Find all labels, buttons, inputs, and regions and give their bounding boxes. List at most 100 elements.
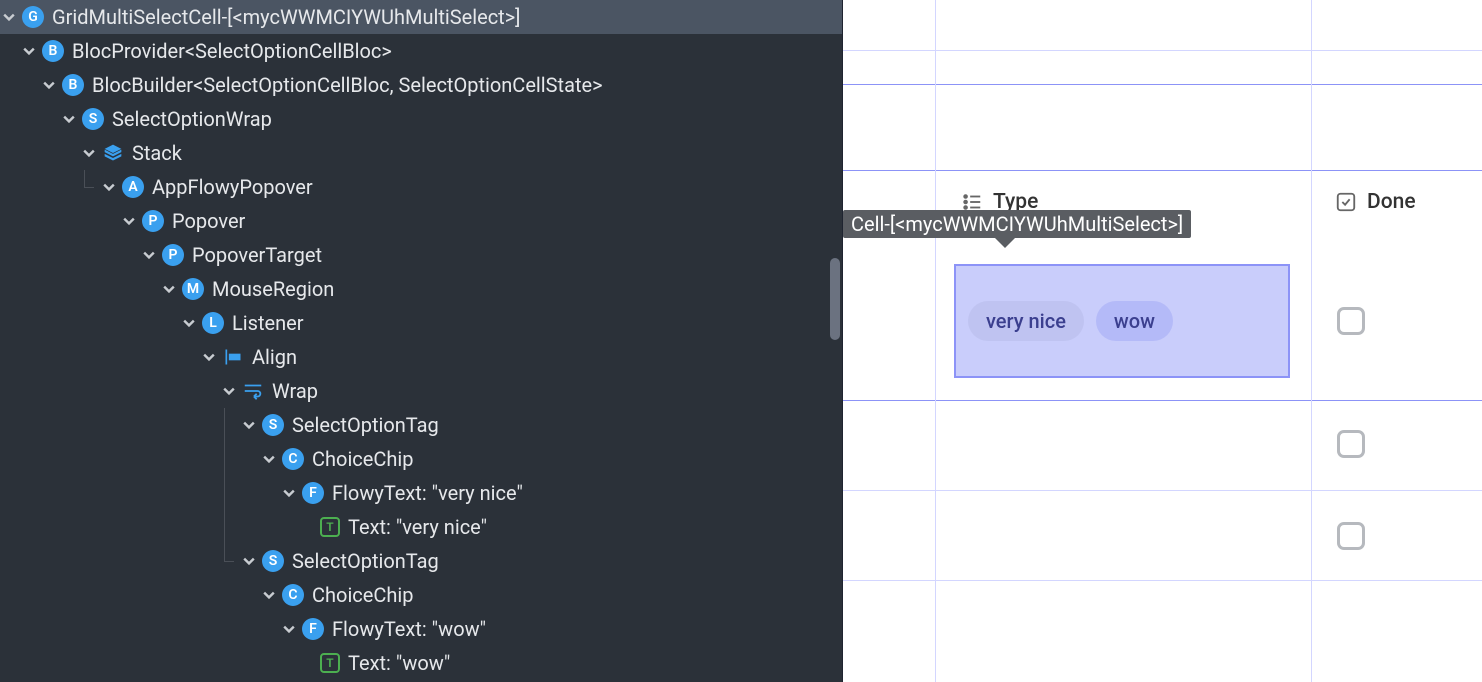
tree-label: ChoiceChip	[312, 578, 414, 612]
chevron-down-icon[interactable]	[0, 8, 18, 26]
chevron-down-icon[interactable]	[280, 484, 298, 502]
badge-S: S	[262, 550, 284, 572]
grid-line	[935, 0, 936, 682]
checkbox-icon	[1335, 191, 1357, 213]
grid-line	[1311, 0, 1312, 682]
chevron-down-icon[interactable]	[240, 416, 258, 434]
tree-label: MouseRegion	[212, 272, 334, 306]
tree-row-blocbuilder[interactable]: B BlocBuilder<SelectOptionCellBloc, Sele…	[0, 68, 842, 102]
chevron-down-icon[interactable]	[20, 42, 38, 60]
tree-label: SelectOptionWrap	[112, 102, 272, 136]
tree-label: Wrap	[272, 374, 318, 408]
badge-F: F	[302, 618, 324, 640]
badge-S: S	[262, 414, 284, 436]
chevron-down-icon[interactable]	[160, 280, 178, 298]
tree-row-flowytext-1[interactable]: F FlowyText: "very nice"	[0, 476, 842, 510]
chevron-down-icon[interactable]	[40, 76, 58, 94]
select-tag[interactable]: wow	[1096, 301, 1173, 341]
chevron-down-icon[interactable]	[140, 246, 158, 264]
grid-line	[843, 50, 1482, 51]
tree-row-listener[interactable]: L Listener	[0, 306, 842, 340]
tree-row-appflowypopover[interactable]: A AppFlowyPopover	[0, 170, 842, 204]
inspector-tooltip: Cell-[<mycWWMCIYWUhMultiSelect>]	[843, 210, 1191, 238]
tree-row-text-2[interactable]: T Text: "wow"	[0, 646, 842, 680]
tree-label: FlowyText: "very nice"	[332, 476, 523, 510]
tree-label: Align	[252, 340, 297, 374]
badge-M: M	[182, 278, 204, 300]
badge-A: A	[122, 176, 144, 198]
tree-label: Listener	[232, 306, 304, 340]
chevron-down-icon[interactable]	[260, 586, 278, 604]
tree-row-popovertarget[interactable]: P PopoverTarget	[0, 238, 842, 272]
tree-row-stack[interactable]: Stack	[0, 136, 842, 170]
chevron-down-icon[interactable]	[60, 110, 78, 128]
tree-row-flowytext-2[interactable]: F FlowyText: "wow"	[0, 612, 842, 646]
badge-C: C	[282, 448, 304, 470]
widget-tree-panel: G GridMultiSelectCell-[<mycWWMCIYWUhMult…	[0, 0, 842, 682]
tree-label: Stack	[132, 136, 182, 170]
grid-line	[843, 490, 1482, 491]
badge-S: S	[82, 108, 104, 130]
tree-row-selectoptiontag-1[interactable]: S SelectOptionTag	[0, 408, 842, 442]
tooltip-text: Cell-[<mycWWMCIYWUhMultiSelect>]	[851, 212, 1183, 236]
tree-row-choicechip-1[interactable]: C ChoiceChip	[0, 442, 842, 476]
tree-label: GridMultiSelectCell-[<mycWWMCIYWUhMultiS…	[52, 0, 520, 34]
chevron-down-icon[interactable]	[280, 620, 298, 638]
tree-label: SelectOptionTag	[292, 544, 439, 578]
chevron-down-icon[interactable]	[180, 314, 198, 332]
tree-label: SelectOptionTag	[292, 408, 439, 442]
tree-row-selectoptionwrap[interactable]: S SelectOptionWrap	[0, 102, 842, 136]
checkbox-input[interactable]	[1337, 430, 1365, 458]
tree-row-mouseregion[interactable]: M MouseRegion	[0, 272, 842, 306]
column-header-label: Done	[1367, 190, 1416, 214]
scrollbar-thumb[interactable]	[830, 258, 840, 340]
grid-line	[843, 170, 1482, 171]
badge-F: F	[302, 482, 324, 504]
checkbox-input[interactable]	[1337, 522, 1365, 550]
badge-L: L	[202, 312, 224, 334]
column-header-done[interactable]: Done	[1335, 190, 1416, 214]
grid-line	[843, 84, 1482, 85]
tree-label: Text: "wow"	[348, 646, 450, 680]
chevron-down-icon[interactable]	[100, 178, 118, 196]
badge-B: B	[62, 74, 84, 96]
tree-row-text-1[interactable]: T Text: "very nice"	[0, 510, 842, 544]
badge-G: G	[22, 6, 44, 28]
tree-label: BlocBuilder<SelectOptionCellBloc, Select…	[92, 68, 603, 102]
tree-row-selectoptiontag-2[interactable]: S SelectOptionTag	[0, 544, 842, 578]
chevron-down-icon[interactable]	[200, 348, 218, 366]
chevron-down-icon[interactable]	[120, 212, 138, 230]
selected-cell[interactable]: very nice wow	[954, 264, 1290, 378]
select-tag[interactable]: very nice	[968, 301, 1084, 341]
chevron-down-icon[interactable]	[260, 450, 278, 468]
tree-label: AppFlowyPopover	[152, 170, 313, 204]
text-icon: T	[320, 517, 340, 537]
badge-B: B	[42, 40, 64, 62]
tree-row-gridmultiselectcell[interactable]: G GridMultiSelectCell-[<mycWWMCIYWUhMult…	[0, 0, 842, 34]
tooltip-caret-icon	[995, 238, 1015, 248]
tree-row-align[interactable]: Align	[0, 340, 842, 374]
chevron-down-icon[interactable]	[80, 144, 98, 162]
tree-label: BlocProvider<SelectOptionCellBloc>	[72, 34, 392, 68]
badge-P: P	[162, 244, 184, 266]
tree-row-popover[interactable]: P Popover	[0, 204, 842, 238]
chevron-down-icon[interactable]	[240, 552, 258, 570]
badge-P: P	[142, 210, 164, 232]
tree-row-wrap[interactable]: Wrap	[0, 374, 842, 408]
tree-label: FlowyText: "wow"	[332, 612, 486, 646]
badge-C: C	[282, 584, 304, 606]
chevron-down-icon[interactable]	[220, 382, 238, 400]
text-icon: T	[320, 653, 340, 673]
tree-row-blocprovider[interactable]: B BlocProvider<SelectOptionCellBloc>	[0, 34, 842, 68]
tree-row-choicechip-2[interactable]: C ChoiceChip	[0, 578, 842, 612]
tree-label: Text: "very nice"	[348, 510, 487, 544]
tree-label: PopoverTarget	[192, 238, 322, 272]
grid-line	[843, 400, 1482, 401]
checkbox-input[interactable]	[1337, 307, 1365, 335]
preview-panel: Type Done Cell-[<mycWWMCIYWUhMultiSelect…	[842, 0, 1482, 682]
align-icon	[222, 346, 244, 368]
wrap-icon	[242, 380, 264, 402]
grid-line	[843, 580, 1482, 581]
tree-label: ChoiceChip	[312, 442, 414, 476]
layers-icon	[102, 142, 124, 164]
